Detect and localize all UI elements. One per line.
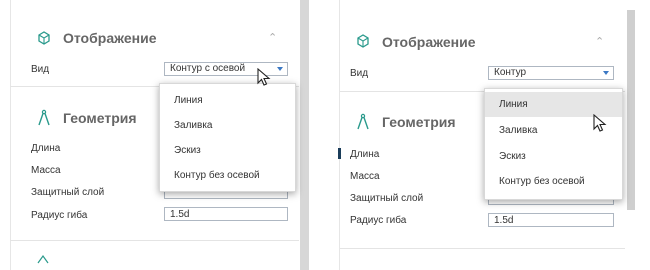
view-select-value: Контур с осевой [170,63,246,74]
view-dropdown-list: Линия Заливка Эскиз Контур без осевой [484,88,623,200]
view-select[interactable]: Контур [488,66,614,80]
dropdown-option-line[interactable]: Линия [160,88,295,113]
field-label-length: Длина [31,143,61,154]
dropdown-option-sketch[interactable]: Эскиз [485,144,622,169]
field-label-mass: Масса [350,171,380,182]
field-label-bend-radius: Радиус гиба [350,215,407,226]
dropdown-arrow-icon [277,67,283,71]
dropdown-option-outline-no-axis[interactable]: Контур без осевой [160,163,295,188]
view-select-value: Контур [494,67,527,78]
field-label-cover: Защитный слой [31,187,105,198]
dropdown-option-sketch[interactable]: Эскиз [160,138,295,163]
field-label-mass: Масса [31,165,61,176]
view-label: Вид [350,68,369,79]
cube-outline-icon [38,31,50,45]
field-label-cover: Защитный слой [350,193,424,204]
view-label: Вид [31,64,50,75]
field-label-length: Длина [350,149,380,160]
scrollbar-right[interactable] [627,10,635,210]
field-label-bend-radius: Радиус гиба [31,210,88,221]
divider [10,240,299,241]
mouse-pointer-icon [257,68,271,86]
field-input-bend-radius[interactable]: 1.5d [164,207,288,221]
field-input-bend-radius[interactable]: 1.5d [488,213,614,227]
cube-outline-icon [357,34,369,48]
section-icon-partial [37,254,49,264]
chevron-up-icon[interactable]: ⌃ [268,31,277,44]
mouse-pointer-icon [593,114,607,132]
compass-icon [357,113,369,130]
section-title-display: Отображение [382,34,476,50]
scrollbar-left[interactable] [300,0,309,270]
compass-icon [38,109,50,126]
dropdown-arrow-icon [603,71,609,75]
section-title-geometry: Геометрия [63,110,137,126]
dropdown-option-fill[interactable]: Заливка [160,113,295,138]
dropdown-option-outline-no-axis[interactable]: Контур без осевой [485,169,622,194]
section-title-geometry: Геометрия [382,114,456,130]
background-edge [338,148,341,159]
divider [340,248,625,249]
section-title-display: Отображение [63,30,157,46]
view-dropdown-list: Линия Заливка Эскиз Контур без осевой [159,83,296,192]
chevron-up-icon[interactable]: ⌃ [595,35,604,48]
